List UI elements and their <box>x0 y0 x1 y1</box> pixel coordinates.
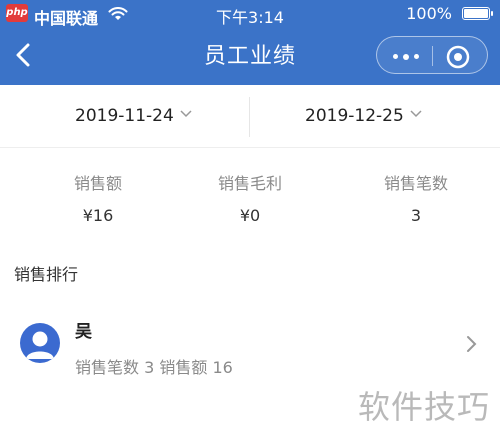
stat-sales-count: 销售笔数 3 <box>336 170 496 225</box>
stat-gross-profit: 销售毛利 ¥0 <box>170 170 330 225</box>
user-avatar-icon <box>26 331 54 359</box>
more-button[interactable] <box>389 45 423 67</box>
ranking-title: 销售排行 <box>14 265 79 284</box>
employee-summary: 销售笔数 3 销售额 16 <box>75 358 233 377</box>
stat-label: 销售毛利 <box>217 174 282 193</box>
navigation-bar: 员工业绩 <box>0 28 500 85</box>
avatar <box>20 323 60 363</box>
app-header: php 中国联通 下午3:14 100% 员工业绩 <box>0 0 500 85</box>
chevron-right-icon <box>467 336 477 352</box>
watermark-text: 软件技巧 <box>358 388 491 426</box>
stat-label: 销售笔数 <box>383 174 448 193</box>
stat-value: ¥0 <box>239 206 261 225</box>
section-divider <box>0 147 500 148</box>
stat-sales-amount: 销售额 ¥16 <box>18 170 178 225</box>
chevron-down-icon <box>180 110 192 118</box>
start-date-text: 2019-11-24 <box>75 106 174 126</box>
stat-value: 3 <box>410 206 422 225</box>
stat-value: ¥16 <box>82 206 114 225</box>
chevron-down-icon <box>410 110 422 118</box>
capsule-divider <box>432 46 433 66</box>
start-date-picker[interactable]: 2019-11-24 <box>75 85 192 147</box>
status-bar: php 中国联通 下午3:14 100% <box>0 0 500 28</box>
date-range-selector: 2019-11-24 2019-12-25 <box>0 85 500 147</box>
battery-icon <box>462 7 493 20</box>
battery-percent: 100% <box>406 4 452 23</box>
close-circle-icon[interactable] <box>445 44 471 70</box>
end-date-text: 2019-12-25 <box>305 106 404 126</box>
list-item[interactable]: 吴 销售笔数 3 销售额 16 <box>0 300 500 395</box>
end-date-picker[interactable]: 2019-12-25 <box>305 85 422 147</box>
employee-name: 吴 <box>75 322 92 342</box>
date-divider <box>249 97 250 137</box>
mini-program-capsule <box>376 36 488 74</box>
stat-label: 销售额 <box>73 174 122 193</box>
